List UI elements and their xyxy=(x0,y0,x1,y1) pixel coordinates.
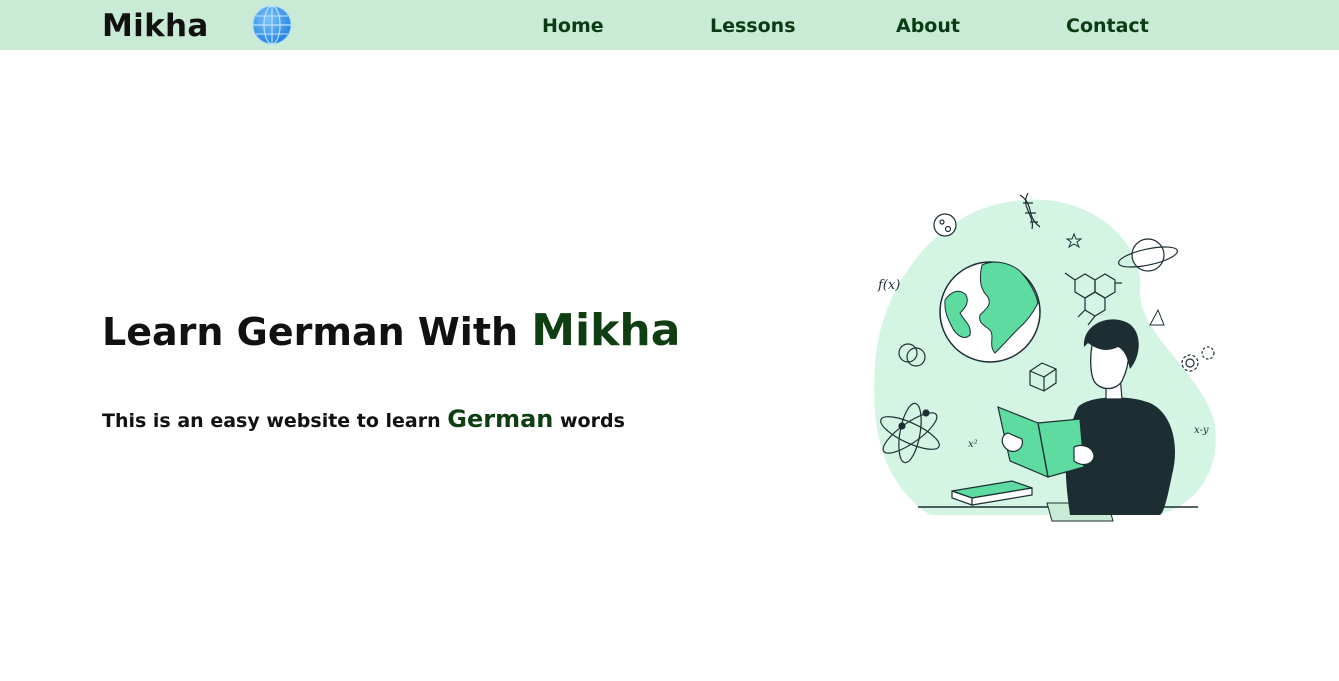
hero-subtitle-accent: German xyxy=(447,405,554,433)
globe-icon xyxy=(252,5,292,45)
hero-title-prefix: Learn German With xyxy=(102,310,532,354)
math-symbol-xy: x-y xyxy=(1194,425,1209,436)
nav-link-home[interactable]: Home xyxy=(542,13,604,39)
earth-globe-drawing xyxy=(939,261,1041,363)
student-reading-book-illustration: f(x) x² x-y xyxy=(874,192,1216,522)
hero-title-accent: Mikha xyxy=(531,305,681,356)
brand-logo-text[interactable]: Mikha xyxy=(102,6,209,46)
moon-drawing xyxy=(933,213,957,237)
hero-title: Learn German With Mikha xyxy=(102,304,680,359)
nav-link-about[interactable]: About xyxy=(896,13,960,39)
math-symbol-fx: f(x) xyxy=(877,278,900,293)
hero-subtitle-prefix: This is an easy website to learn xyxy=(102,410,448,432)
hero-subtitle: This is an easy website to learn German … xyxy=(102,402,625,438)
math-symbol-x2: x² xyxy=(968,439,978,450)
nav-link-lessons[interactable]: Lessons xyxy=(710,13,796,39)
nav-link-contact[interactable]: Contact xyxy=(1066,13,1149,39)
gears-drawing xyxy=(1181,346,1215,372)
top-navbar: Mikha Home Lessons About Contact xyxy=(0,0,1339,50)
hero-subtitle-suffix: words xyxy=(553,410,625,432)
triangle-drawing xyxy=(1149,308,1165,326)
